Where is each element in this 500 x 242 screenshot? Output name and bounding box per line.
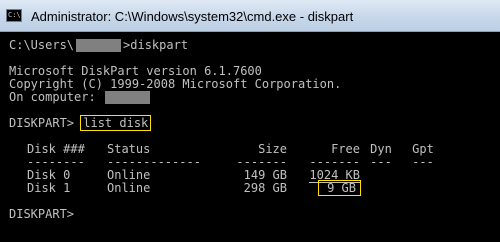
console-icon[interactable]: C:\ — [6, 9, 22, 22]
list-disk-command: list disk — [80, 115, 152, 131]
console-output[interactable]: C:\Users\ >diskpart Microsoft DiskPart ve… — [9, 39, 498, 239]
disk-gpt — [402, 182, 444, 195]
disk-name: Disk 1 — [27, 181, 71, 195]
separator-gpt: --- — [412, 155, 434, 169]
computer-label: On computer: — [9, 90, 103, 104]
console-icon-glyph: C:\ — [8, 11, 21, 19]
disk-free-highlighted: 9 GB — [318, 180, 361, 196]
computer-line: On computer: — [9, 91, 498, 104]
diskpart-prompt: DISKPART> — [9, 116, 82, 130]
disk-size: 298 GB — [243, 181, 287, 195]
disk-free: 9 GB — [287, 180, 361, 196]
separator-dyn: --- — [370, 155, 392, 169]
prompt-line-diskpart: C:\Users\ >diskpart — [9, 39, 498, 52]
disk-dyn — [360, 182, 402, 195]
final-prompt: DISKPART> — [9, 207, 75, 221]
list-disk-line: DISKPART> list disk — [9, 115, 498, 131]
redacted-username — [76, 39, 122, 52]
disk-dyn — [360, 169, 402, 182]
disk-gpt — [402, 169, 444, 182]
redacted-computer-name — [104, 91, 150, 104]
disk-status: Online — [107, 181, 151, 195]
table-row: Disk 1 Online 298 GB 9 GB — [9, 180, 498, 196]
window-titlebar[interactable]: C:\ Administrator: C:\Windows\system32\c… — [0, 0, 500, 32]
window-title: Administrator: C:\Windows\system32\cmd.e… — [31, 9, 354, 24]
diskpart-command: >diskpart — [123, 38, 189, 52]
prompt-path: C:\Users\ — [9, 38, 75, 52]
